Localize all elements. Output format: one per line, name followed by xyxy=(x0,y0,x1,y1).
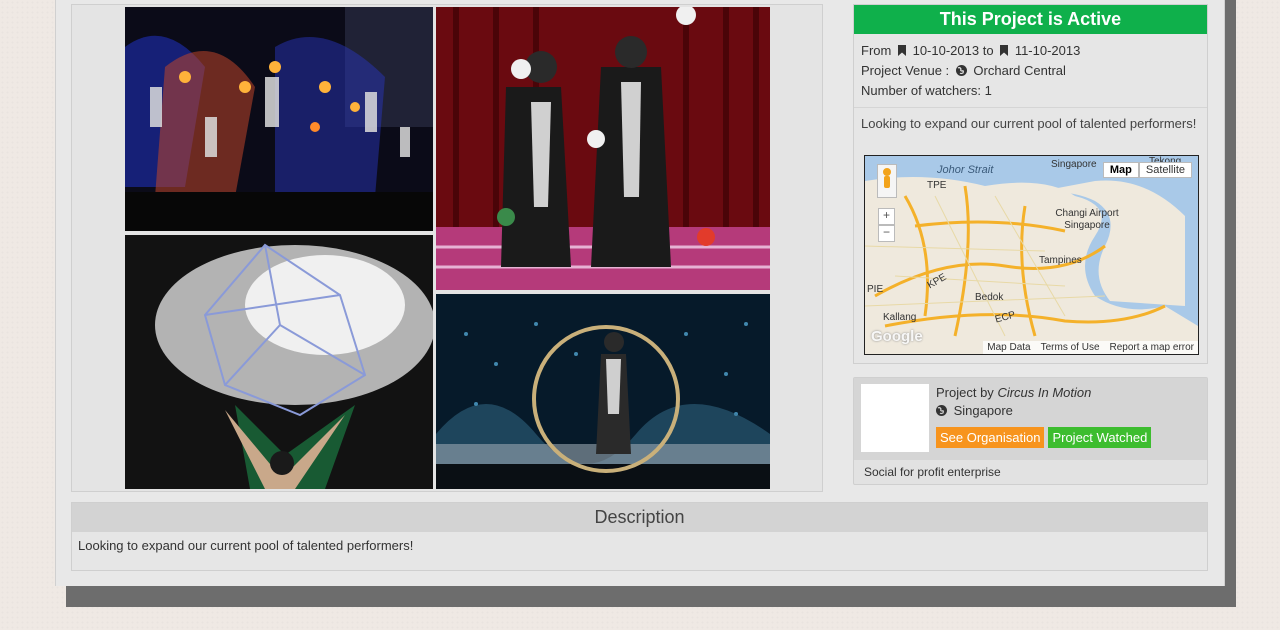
see-organisation-button[interactable]: See Organisation xyxy=(936,427,1045,448)
project-watchers: Number of watchers: 1 xyxy=(861,81,1200,100)
venue-name: Orchard Central xyxy=(973,63,1066,78)
map-label-tpe: TPE xyxy=(927,180,947,191)
project-summary: Looking to expand our current pool of ta… xyxy=(854,107,1207,140)
zoom-out-button[interactable]: − xyxy=(878,225,895,242)
globe-icon xyxy=(936,403,947,421)
map-label-pie: PIE xyxy=(867,284,884,295)
organisation-actions: See Organisation Project Watched xyxy=(936,427,1152,448)
map-type-satellite-button[interactable]: Satellite xyxy=(1138,162,1192,178)
from-label: From xyxy=(861,43,892,58)
bookmark-icon xyxy=(897,42,906,61)
map-label-bedok: Bedok xyxy=(975,292,1004,303)
project-status-panel: This Project is Active From 10-10-2013 t… xyxy=(853,4,1208,364)
zoom-in-button[interactable]: + xyxy=(878,208,895,225)
watchers-label: Number of watchers: xyxy=(861,83,981,98)
organisation-panel: Project by Circus In Motion Singapore Se… xyxy=(853,377,1208,485)
by-label: Project by xyxy=(936,385,994,400)
status-banner: This Project is Active xyxy=(854,5,1207,34)
map-label-tampines: Tampines xyxy=(1039,255,1082,266)
organisation-info: Project by Circus In Motion Singapore Se… xyxy=(936,384,1152,448)
description-title: Description xyxy=(72,503,1207,532)
map-type-control: Map Satellite xyxy=(1102,162,1192,178)
description-text: Looking to expand our current pool of ta… xyxy=(78,538,414,553)
photo-juggling-duo[interactable] xyxy=(436,7,770,290)
organisation-header: Project by Circus In Motion Singapore Se… xyxy=(854,378,1207,460)
map-data-link[interactable]: Map Data xyxy=(987,342,1030,353)
project-dates: From 10-10-2013 to 11-10-2013 xyxy=(861,41,1200,61)
organisation-logo xyxy=(861,384,929,452)
organisation-name[interactable]: Circus In Motion xyxy=(997,385,1091,400)
to-label: to xyxy=(982,43,994,58)
venue-map[interactable]: + − Johor Strait Singapore Tekong TPE Ch… xyxy=(864,155,1199,355)
photo-cube-performer[interactable] xyxy=(125,235,433,489)
map-label-johor: Johor Strait xyxy=(937,164,994,176)
organisation-type: Social for profit enterprise xyxy=(864,465,1001,479)
map-label-singapore-top: Singapore xyxy=(1051,159,1097,170)
photo-fire-performers[interactable] xyxy=(125,7,433,231)
watchers-count: 1 xyxy=(984,83,992,98)
project-photo-gallery xyxy=(71,4,823,492)
organisation-byline: Project by Circus In Motion xyxy=(936,384,1151,402)
map-footer: Map Data Terms of Use Report a map error xyxy=(983,341,1198,354)
map-terms-link[interactable]: Terms of Use xyxy=(1041,342,1100,353)
description-panel: Description Looking to expand our curren… xyxy=(71,502,1208,571)
google-logo: Google xyxy=(871,328,923,345)
bookmark-icon xyxy=(1000,42,1009,61)
globe-icon xyxy=(955,62,967,81)
street-view-pegman[interactable] xyxy=(877,164,897,198)
end-date: 11-10-2013 xyxy=(1014,43,1081,58)
start-date: 10-10-2013 xyxy=(912,43,980,58)
project-venue: Project Venue : Orchard Central xyxy=(861,61,1200,81)
project-watched-button[interactable]: Project Watched xyxy=(1048,427,1152,448)
map-zoom-control[interactable]: + − xyxy=(878,208,895,242)
photo-ring-performer[interactable] xyxy=(436,294,770,489)
organisation-location: Singapore xyxy=(936,402,1151,421)
organisation-location-text: Singapore xyxy=(953,403,1013,418)
map-report-link[interactable]: Report a map error xyxy=(1110,342,1194,353)
project-meta: From 10-10-2013 to 11-10-2013 Project Ve… xyxy=(854,34,1207,100)
map-label-changi: Changi Airport Singapore xyxy=(1055,208,1119,231)
map-label-kallang: Kallang xyxy=(883,312,917,323)
venue-label: Project Venue : xyxy=(861,63,950,78)
map-type-map-button[interactable]: Map xyxy=(1102,162,1139,178)
